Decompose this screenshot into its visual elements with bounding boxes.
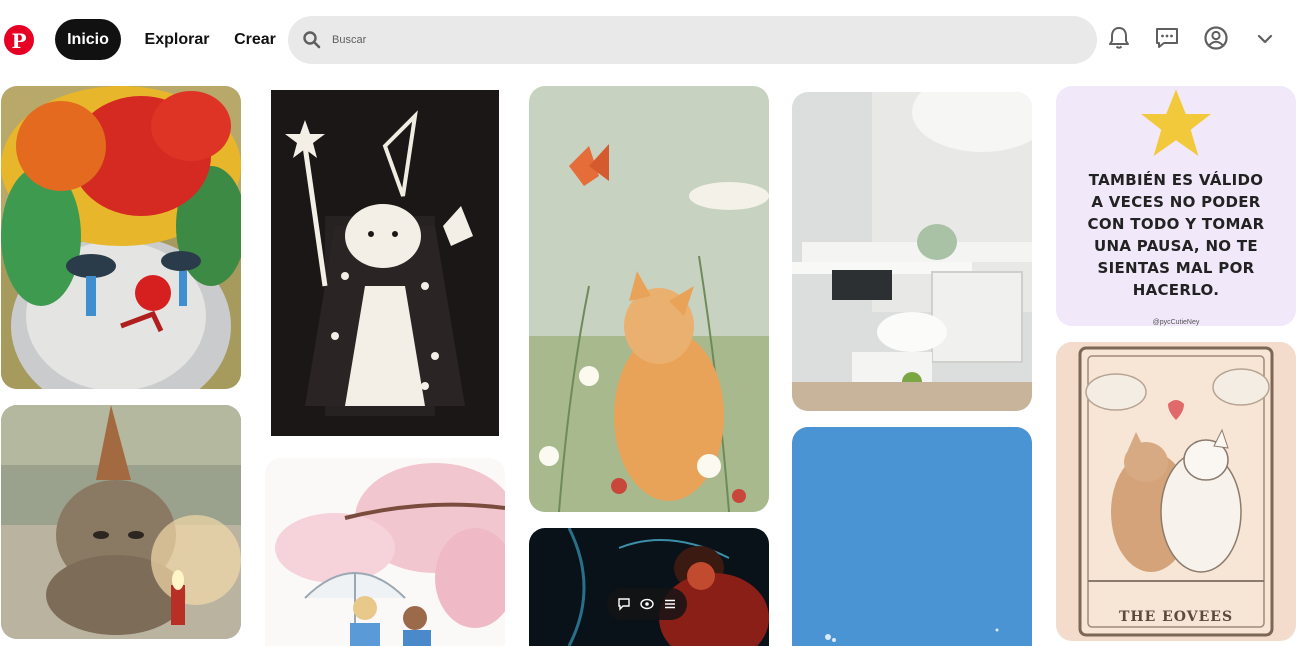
search-input[interactable] — [332, 26, 1072, 54]
notifications-button[interactable] — [1103, 24, 1135, 56]
messages-button[interactable] — [1151, 24, 1183, 56]
quote-line: UNA PAUSA, NO TE — [1094, 237, 1258, 255]
tarot-card-title: THE EOVEES — [1118, 609, 1234, 625]
menu-button[interactable] — [662, 596, 678, 612]
clown-cat-image — [1, 86, 241, 389]
search-bar[interactable] — [288, 16, 1097, 64]
pin-quick-actions — [607, 588, 687, 620]
quote-line: TAMBIÉN ES VÁLIDO — [1088, 171, 1264, 189]
pin-birthday-cat[interactable] — [1, 405, 241, 639]
profile-button[interactable] — [1200, 24, 1232, 56]
comment-button[interactable] — [616, 596, 632, 612]
top-nav-bar: P Inicio Explorar Crear — [0, 0, 1298, 80]
pin-blue-sky[interactable] — [792, 427, 1032, 646]
pin-wizard-cat[interactable] — [265, 86, 505, 442]
pin-orange-kitten[interactable] — [529, 86, 769, 512]
pin-clown-cat[interactable] — [1, 86, 241, 389]
pin-concert-singer[interactable] — [529, 528, 769, 646]
star-icon — [1141, 89, 1211, 156]
chevron-down-icon — [1257, 31, 1273, 49]
nav-create-button[interactable]: Crear — [226, 19, 284, 60]
quote-card: TAMBIÉN ES VÁLIDO A VECES NO PODER CON T… — [1056, 86, 1296, 326]
blue-sky-image — [792, 427, 1032, 646]
pin-tarot-cats[interactable]: THE EOVEES — [1056, 342, 1296, 641]
quote-credit: @pycCutieNey — [1152, 319, 1200, 326]
nav-explore-button[interactable]: Explorar — [136, 19, 218, 60]
quote-line: HACERLO. — [1132, 281, 1220, 299]
quote-line: A VECES NO PODER — [1091, 193, 1261, 211]
quote-line: CON TODO Y TOMAR — [1087, 215, 1265, 233]
nav-home-button[interactable]: Inicio — [55, 19, 121, 60]
birthday-cat-image — [1, 405, 241, 639]
pin-cherry-blossom[interactable] — [265, 458, 505, 646]
pin-white-desk-setup[interactable] — [792, 92, 1032, 411]
profile-icon — [1203, 25, 1229, 56]
logo-letter: P — [11, 28, 27, 53]
bell-icon — [1107, 25, 1131, 56]
concert-singer-image — [529, 528, 769, 646]
tarot-cats-image — [1056, 342, 1296, 641]
comment-icon — [617, 597, 631, 611]
messages-icon — [1154, 26, 1180, 55]
orange-kitten-image — [529, 86, 769, 512]
view-button[interactable] — [639, 596, 655, 612]
wizard-cat-image — [265, 86, 505, 442]
menu-icon — [663, 597, 677, 611]
pinterest-logo[interactable]: P — [4, 25, 34, 55]
cherry-blossom-image — [265, 458, 505, 646]
quote-line: SIENTAS MAL POR — [1097, 259, 1255, 277]
desk-setup-image — [792, 92, 1032, 411]
eye-icon — [640, 597, 654, 611]
search-icon — [302, 30, 322, 50]
account-menu-button[interactable] — [1249, 24, 1281, 56]
pin-motivational-quote[interactable]: TAMBIÉN ES VÁLIDO A VECES NO PODER CON T… — [1056, 86, 1296, 326]
